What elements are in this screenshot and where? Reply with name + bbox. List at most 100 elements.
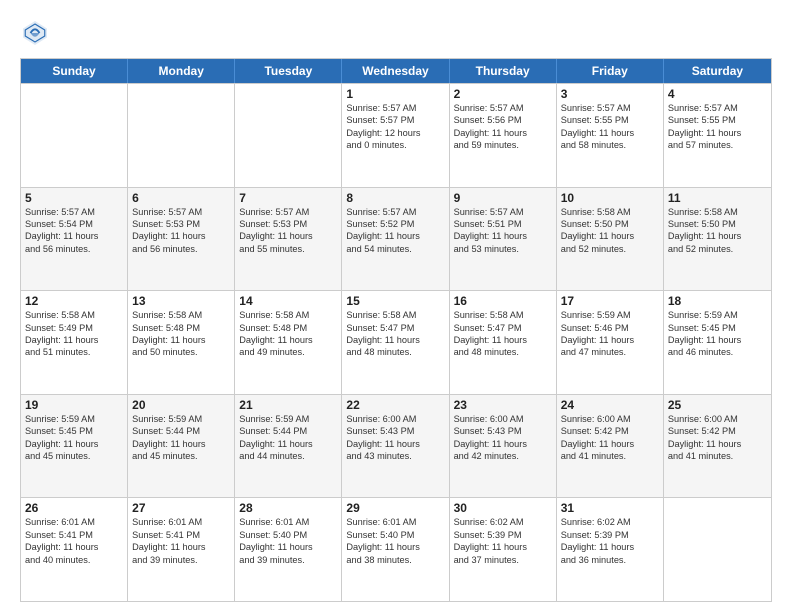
- cell-line-3: and 42 minutes.: [454, 450, 552, 462]
- cell-line-0: Sunrise: 5:57 AM: [239, 206, 337, 218]
- day-cell-10: 10Sunrise: 5:58 AMSunset: 5:50 PMDayligh…: [557, 188, 664, 291]
- cell-line-2: Daylight: 11 hours: [668, 334, 767, 346]
- day-cell-24: 24Sunrise: 6:00 AMSunset: 5:42 PMDayligh…: [557, 395, 664, 498]
- day-number: 5: [25, 191, 123, 205]
- cell-line-3: and 43 minutes.: [346, 450, 444, 462]
- day-number: 20: [132, 398, 230, 412]
- day-cell-5: 5Sunrise: 5:57 AMSunset: 5:54 PMDaylight…: [21, 188, 128, 291]
- cell-line-0: Sunrise: 6:01 AM: [132, 516, 230, 528]
- cell-line-2: Daylight: 11 hours: [25, 230, 123, 242]
- cell-line-3: and 52 minutes.: [561, 243, 659, 255]
- cell-line-0: Sunrise: 6:00 AM: [346, 413, 444, 425]
- cell-line-2: Daylight: 11 hours: [346, 334, 444, 346]
- header-day-sunday: Sunday: [21, 59, 128, 83]
- cell-line-3: and 50 minutes.: [132, 346, 230, 358]
- day-number: 3: [561, 87, 659, 101]
- cell-line-2: Daylight: 11 hours: [239, 438, 337, 450]
- day-cell-27: 27Sunrise: 6:01 AMSunset: 5:41 PMDayligh…: [128, 498, 235, 601]
- cell-line-1: Sunset: 5:50 PM: [668, 218, 767, 230]
- empty-cell: [21, 84, 128, 187]
- day-number: 13: [132, 294, 230, 308]
- day-number: 8: [346, 191, 444, 205]
- cell-line-0: Sunrise: 6:00 AM: [561, 413, 659, 425]
- day-cell-16: 16Sunrise: 5:58 AMSunset: 5:47 PMDayligh…: [450, 291, 557, 394]
- day-cell-29: 29Sunrise: 6:01 AMSunset: 5:40 PMDayligh…: [342, 498, 449, 601]
- cell-line-2: Daylight: 11 hours: [561, 541, 659, 553]
- cell-line-3: and 56 minutes.: [132, 243, 230, 255]
- cell-line-1: Sunset: 5:44 PM: [132, 425, 230, 437]
- cell-line-0: Sunrise: 6:01 AM: [25, 516, 123, 528]
- cell-line-1: Sunset: 5:45 PM: [25, 425, 123, 437]
- day-number: 18: [668, 294, 767, 308]
- week-row-1: 5Sunrise: 5:57 AMSunset: 5:54 PMDaylight…: [21, 187, 771, 291]
- day-cell-18: 18Sunrise: 5:59 AMSunset: 5:45 PMDayligh…: [664, 291, 771, 394]
- logo-icon: [20, 18, 50, 48]
- cell-line-0: Sunrise: 5:58 AM: [454, 309, 552, 321]
- cell-line-0: Sunrise: 6:02 AM: [454, 516, 552, 528]
- cell-line-2: Daylight: 11 hours: [239, 230, 337, 242]
- cell-line-3: and 49 minutes.: [239, 346, 337, 358]
- cell-line-2: Daylight: 11 hours: [561, 230, 659, 242]
- day-number: 11: [668, 191, 767, 205]
- cell-line-0: Sunrise: 6:00 AM: [668, 413, 767, 425]
- cell-line-1: Sunset: 5:46 PM: [561, 322, 659, 334]
- cell-line-3: and 44 minutes.: [239, 450, 337, 462]
- day-number: 9: [454, 191, 552, 205]
- cell-line-3: and 37 minutes.: [454, 554, 552, 566]
- day-number: 28: [239, 501, 337, 515]
- cell-line-1: Sunset: 5:45 PM: [668, 322, 767, 334]
- cell-line-0: Sunrise: 5:59 AM: [668, 309, 767, 321]
- cell-line-1: Sunset: 5:41 PM: [25, 529, 123, 541]
- cell-line-3: and 54 minutes.: [346, 243, 444, 255]
- cell-line-2: Daylight: 11 hours: [668, 127, 767, 139]
- cell-line-1: Sunset: 5:53 PM: [132, 218, 230, 230]
- day-cell-13: 13Sunrise: 5:58 AMSunset: 5:48 PMDayligh…: [128, 291, 235, 394]
- cell-line-2: Daylight: 11 hours: [25, 334, 123, 346]
- day-number: 10: [561, 191, 659, 205]
- day-number: 16: [454, 294, 552, 308]
- cell-line-2: Daylight: 11 hours: [239, 334, 337, 346]
- cell-line-3: and 41 minutes.: [561, 450, 659, 462]
- cell-line-0: Sunrise: 5:59 AM: [25, 413, 123, 425]
- cell-line-0: Sunrise: 5:58 AM: [668, 206, 767, 218]
- cell-line-2: Daylight: 11 hours: [668, 438, 767, 450]
- day-cell-28: 28Sunrise: 6:01 AMSunset: 5:40 PMDayligh…: [235, 498, 342, 601]
- day-number: 4: [668, 87, 767, 101]
- day-number: 25: [668, 398, 767, 412]
- cell-line-0: Sunrise: 5:57 AM: [25, 206, 123, 218]
- day-number: 26: [25, 501, 123, 515]
- header-day-wednesday: Wednesday: [342, 59, 449, 83]
- cell-line-1: Sunset: 5:47 PM: [346, 322, 444, 334]
- day-number: 7: [239, 191, 337, 205]
- week-row-0: 1Sunrise: 5:57 AMSunset: 5:57 PMDaylight…: [21, 83, 771, 187]
- cell-line-0: Sunrise: 5:57 AM: [668, 102, 767, 114]
- day-cell-30: 30Sunrise: 6:02 AMSunset: 5:39 PMDayligh…: [450, 498, 557, 601]
- cell-line-3: and 36 minutes.: [561, 554, 659, 566]
- cell-line-3: and 46 minutes.: [668, 346, 767, 358]
- cell-line-3: and 48 minutes.: [454, 346, 552, 358]
- header-day-saturday: Saturday: [664, 59, 771, 83]
- cell-line-0: Sunrise: 6:00 AM: [454, 413, 552, 425]
- cell-line-3: and 55 minutes.: [239, 243, 337, 255]
- cell-line-2: Daylight: 12 hours: [346, 127, 444, 139]
- cell-line-1: Sunset: 5:48 PM: [239, 322, 337, 334]
- cell-line-3: and 53 minutes.: [454, 243, 552, 255]
- cell-line-2: Daylight: 11 hours: [454, 230, 552, 242]
- cell-line-3: and 47 minutes.: [561, 346, 659, 358]
- day-number: 30: [454, 501, 552, 515]
- header-day-monday: Monday: [128, 59, 235, 83]
- cell-line-0: Sunrise: 5:59 AM: [561, 309, 659, 321]
- logo: [20, 18, 54, 48]
- day-cell-31: 31Sunrise: 6:02 AMSunset: 5:39 PMDayligh…: [557, 498, 664, 601]
- day-cell-17: 17Sunrise: 5:59 AMSunset: 5:46 PMDayligh…: [557, 291, 664, 394]
- cell-line-2: Daylight: 11 hours: [454, 127, 552, 139]
- cell-line-3: and 40 minutes.: [25, 554, 123, 566]
- day-number: 31: [561, 501, 659, 515]
- day-cell-11: 11Sunrise: 5:58 AMSunset: 5:50 PMDayligh…: [664, 188, 771, 291]
- day-cell-2: 2Sunrise: 5:57 AMSunset: 5:56 PMDaylight…: [450, 84, 557, 187]
- cell-line-0: Sunrise: 6:01 AM: [346, 516, 444, 528]
- day-cell-15: 15Sunrise: 5:58 AMSunset: 5:47 PMDayligh…: [342, 291, 449, 394]
- cell-line-0: Sunrise: 5:57 AM: [346, 206, 444, 218]
- day-cell-8: 8Sunrise: 5:57 AMSunset: 5:52 PMDaylight…: [342, 188, 449, 291]
- cell-line-0: Sunrise: 5:59 AM: [239, 413, 337, 425]
